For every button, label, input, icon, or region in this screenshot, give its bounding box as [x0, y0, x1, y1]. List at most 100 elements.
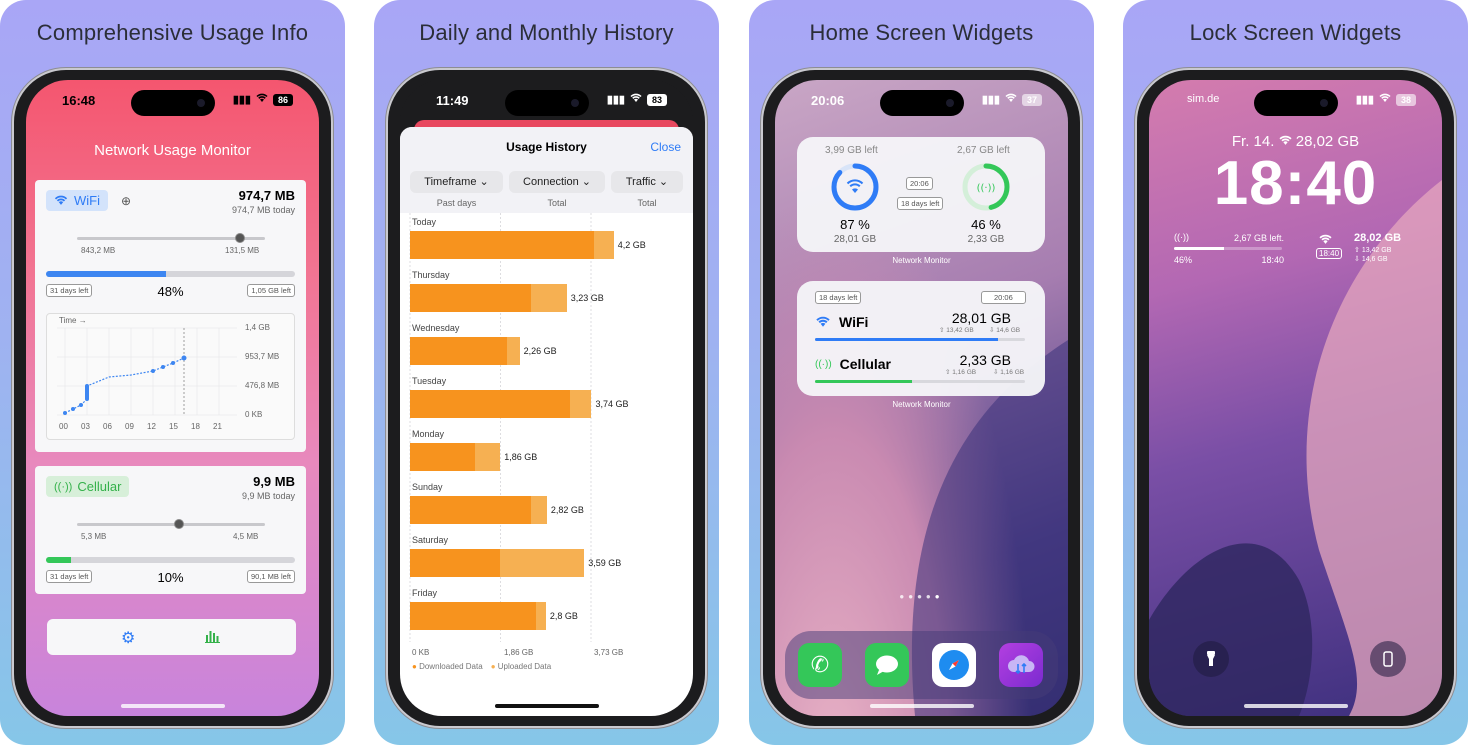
status-icons: ▮▮▮ 86: [233, 93, 293, 106]
wifi-status-icon: [1005, 93, 1017, 106]
current-page-dot: ●: [934, 592, 944, 601]
status-time: 16:48: [62, 93, 96, 108]
legend-dot-icon: ●: [490, 662, 496, 671]
wifi-total: 974,7 MB: [238, 188, 295, 203]
wifi-status-icon: [630, 93, 642, 106]
safari-icon[interactable]: [932, 643, 976, 687]
cellular-total: 9,9 MB: [253, 474, 295, 489]
wifi-chip[interactable]: WiFi: [46, 190, 108, 211]
widget-days-left: 18 days left: [897, 197, 944, 210]
svg-text:((·)): ((·)): [977, 183, 996, 194]
upload-segment: [536, 602, 546, 630]
upload-segment: [570, 390, 592, 418]
y-tick: 953,7 MB: [245, 352, 280, 361]
wifi-upload-value: 13,42 GB: [946, 327, 974, 334]
widget-clock: 20:06: [906, 177, 933, 190]
x-tick: 03: [81, 422, 90, 431]
messages-icon[interactable]: [865, 643, 909, 687]
phone-icon[interactable]: ✆: [798, 643, 842, 687]
lock-cell-bar: [1174, 247, 1282, 250]
wifi-icon: [816, 316, 830, 327]
bar-value-label: 1,86 GB: [504, 452, 538, 462]
legend-upload-label: Uploaded Data: [497, 662, 552, 671]
timeframe-filter[interactable]: Timeframe ⌄: [410, 171, 503, 193]
wifi-upload-value: 131,5 MB: [225, 246, 260, 255]
download-segment: [410, 231, 595, 259]
wifi-left-label: 3,99 GB left: [825, 145, 878, 156]
lock-cell-time: 18:40: [1261, 255, 1284, 265]
screenshot-panel-history: Daily and Monthly History 11:49 ▮▮▮ 83 U…: [374, 0, 719, 745]
dynamic-island: [879, 90, 964, 116]
phone-device-icon: [1383, 651, 1393, 667]
lock-cell-bar-fill: [1174, 247, 1224, 250]
cellular-download: ⇩ 1,16 GB: [993, 369, 1025, 376]
x-tick: 00: [59, 422, 68, 431]
download-segment: [410, 337, 508, 365]
lock-widget-cellular[interactable]: ((·)) 2,67 GB left. 46% 18:40: [1174, 232, 1294, 272]
network-monitor-app-icon[interactable]: [999, 643, 1043, 687]
globe-icon[interactable]: ⊕: [121, 194, 131, 208]
wifi-row: WiFi: [815, 314, 868, 330]
bottom-tab-bar: ⚙: [47, 619, 296, 655]
bars-widget[interactable]: 18 days left 20:06 WiFi 28,01 GB ⇧ 13,42…: [797, 281, 1045, 396]
close-button[interactable]: Close: [650, 140, 681, 154]
y-tick: 1,4 GB: [245, 323, 270, 332]
status-icons: ▮▮▮ 37: [982, 93, 1042, 106]
upload-segment: [475, 443, 501, 471]
flashlight-button[interactable]: [1193, 641, 1229, 677]
wifi-left: 1,05 GB left: [247, 284, 295, 297]
y-tick: 476,8 MB: [245, 381, 280, 390]
cellular-split-knob[interactable]: [174, 519, 184, 529]
camera-button[interactable]: [1370, 641, 1406, 677]
lock-wifi-upload: ⇧ 13,42 GB: [1354, 247, 1392, 254]
phone-screen: 20:06 ▮▮▮ 37 3,99 GB left 2,67 GB left (…: [775, 80, 1068, 716]
lock-widget-wifi[interactable]: 18:40 28,02 GB ⇧ 13,42 GB ⇩ 14,6 GB: [1316, 230, 1426, 274]
connection-filter[interactable]: Connection ⌄: [509, 171, 605, 193]
bar-value-label: 2,82 GB: [550, 505, 584, 515]
wifi-download: ⇩ 14,6 GB: [989, 327, 1021, 334]
battery-indicator: 38: [1396, 93, 1416, 106]
cellular-icon: ((·)): [1174, 232, 1189, 242]
download-segment: [410, 549, 500, 577]
signal-icon: ▮▮▮: [981, 94, 1000, 106]
x-tick: 1,86 GB: [504, 648, 534, 657]
status-time: 20:06: [811, 93, 845, 108]
wifi-status-icon: [1379, 93, 1391, 106]
traffic-filter[interactable]: Traffic ⌄: [611, 171, 683, 193]
download-segment: [410, 443, 476, 471]
traffic-label: Traffic: [625, 176, 656, 188]
cellular-chip[interactable]: ((·)) Cellular: [46, 476, 130, 497]
bar-value-label: 2,8 GB: [549, 611, 578, 621]
chart-legend: ● Downloaded Data ● Uploaded Data: [412, 662, 551, 671]
cellular-left-label: 2,67 GB left: [957, 145, 1010, 156]
timeframe-sub: Past days: [436, 198, 477, 208]
ring-widget[interactable]: 3,99 GB left 2,67 GB left ((·)) 20:06 18…: [797, 137, 1045, 252]
dynamic-island: [1253, 90, 1338, 116]
upload-segment: [531, 496, 547, 524]
wifi-bar-fill: [815, 338, 998, 341]
gear-icon[interactable]: ⚙: [121, 628, 135, 648]
download-segment: [410, 602, 537, 630]
legend-dot-icon: ●: [412, 662, 417, 671]
phone-frame: 11:49 ▮▮▮ 83 Usage History Close Timefra…: [388, 70, 705, 726]
page-dots[interactable]: ●●●●●: [775, 592, 1068, 601]
lock-wifi-upload-value: 13,42 GB: [1361, 247, 1392, 254]
legend-download-label: Downloaded Data: [419, 662, 483, 671]
cellular-total: 2,33 GB: [967, 234, 1005, 245]
traffic-sub: Total: [637, 198, 657, 208]
upload-segment: [594, 231, 614, 259]
lock-wifi-download: ⇩ 14,6 GB: [1354, 256, 1388, 263]
phone-frame: 16:48 ▮▮▮ 86 Network Usage Monitor WiFi …: [14, 70, 331, 726]
x-tick: 0 KB: [412, 648, 430, 657]
x-tick: 06: [103, 422, 112, 431]
wifi-split-knob[interactable]: [235, 233, 245, 243]
wifi-total: 28,01 GB: [833, 234, 877, 245]
history-bar-chart: Today 4,2 GB Thursday 3,23 GB Wednesday 2,26 …: [400, 213, 693, 673]
cellular-usage-card[interactable]: ((·)) Cellular 9,9 MB 9,9 MB today 5,3 M…: [35, 466, 306, 594]
day-label: Today: [412, 217, 437, 227]
wifi-usage-card[interactable]: WiFi ⊕ 974,7 MB 974,7 MB today 843,2 MB …: [35, 180, 306, 452]
wifi-icon: [54, 195, 68, 205]
bar-value-label: 3,59 GB: [588, 558, 622, 568]
lock-clock: 18:40: [1213, 149, 1378, 218]
chart-icon[interactable]: [205, 629, 221, 648]
